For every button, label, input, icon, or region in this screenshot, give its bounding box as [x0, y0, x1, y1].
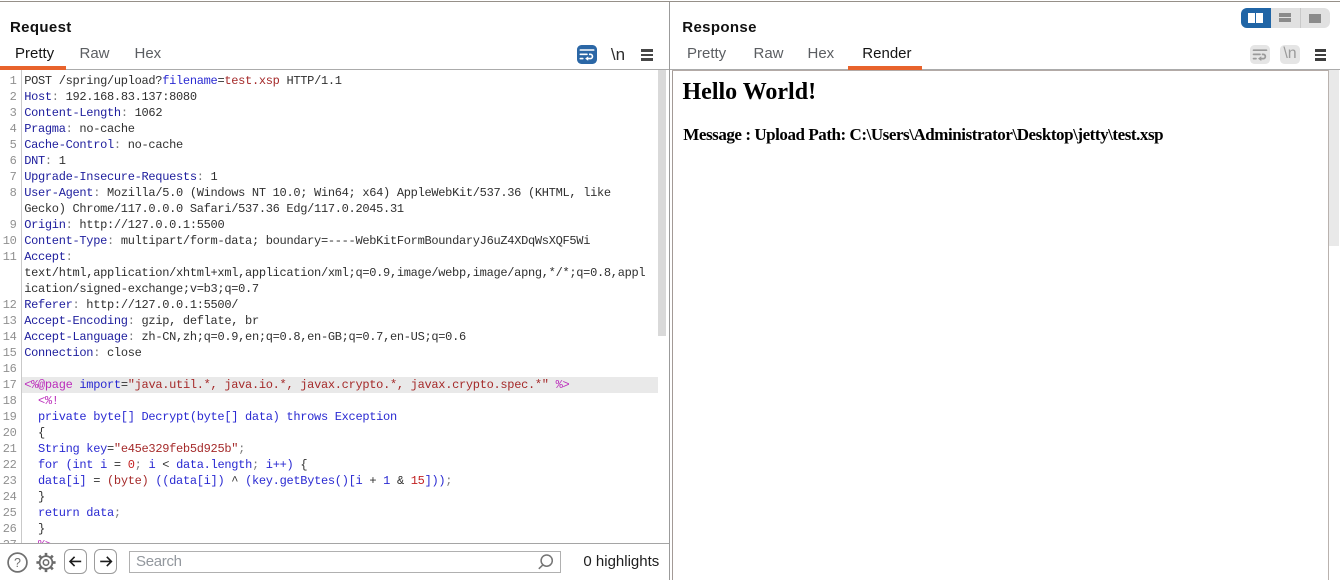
svg-text:?: ?: [14, 556, 21, 570]
